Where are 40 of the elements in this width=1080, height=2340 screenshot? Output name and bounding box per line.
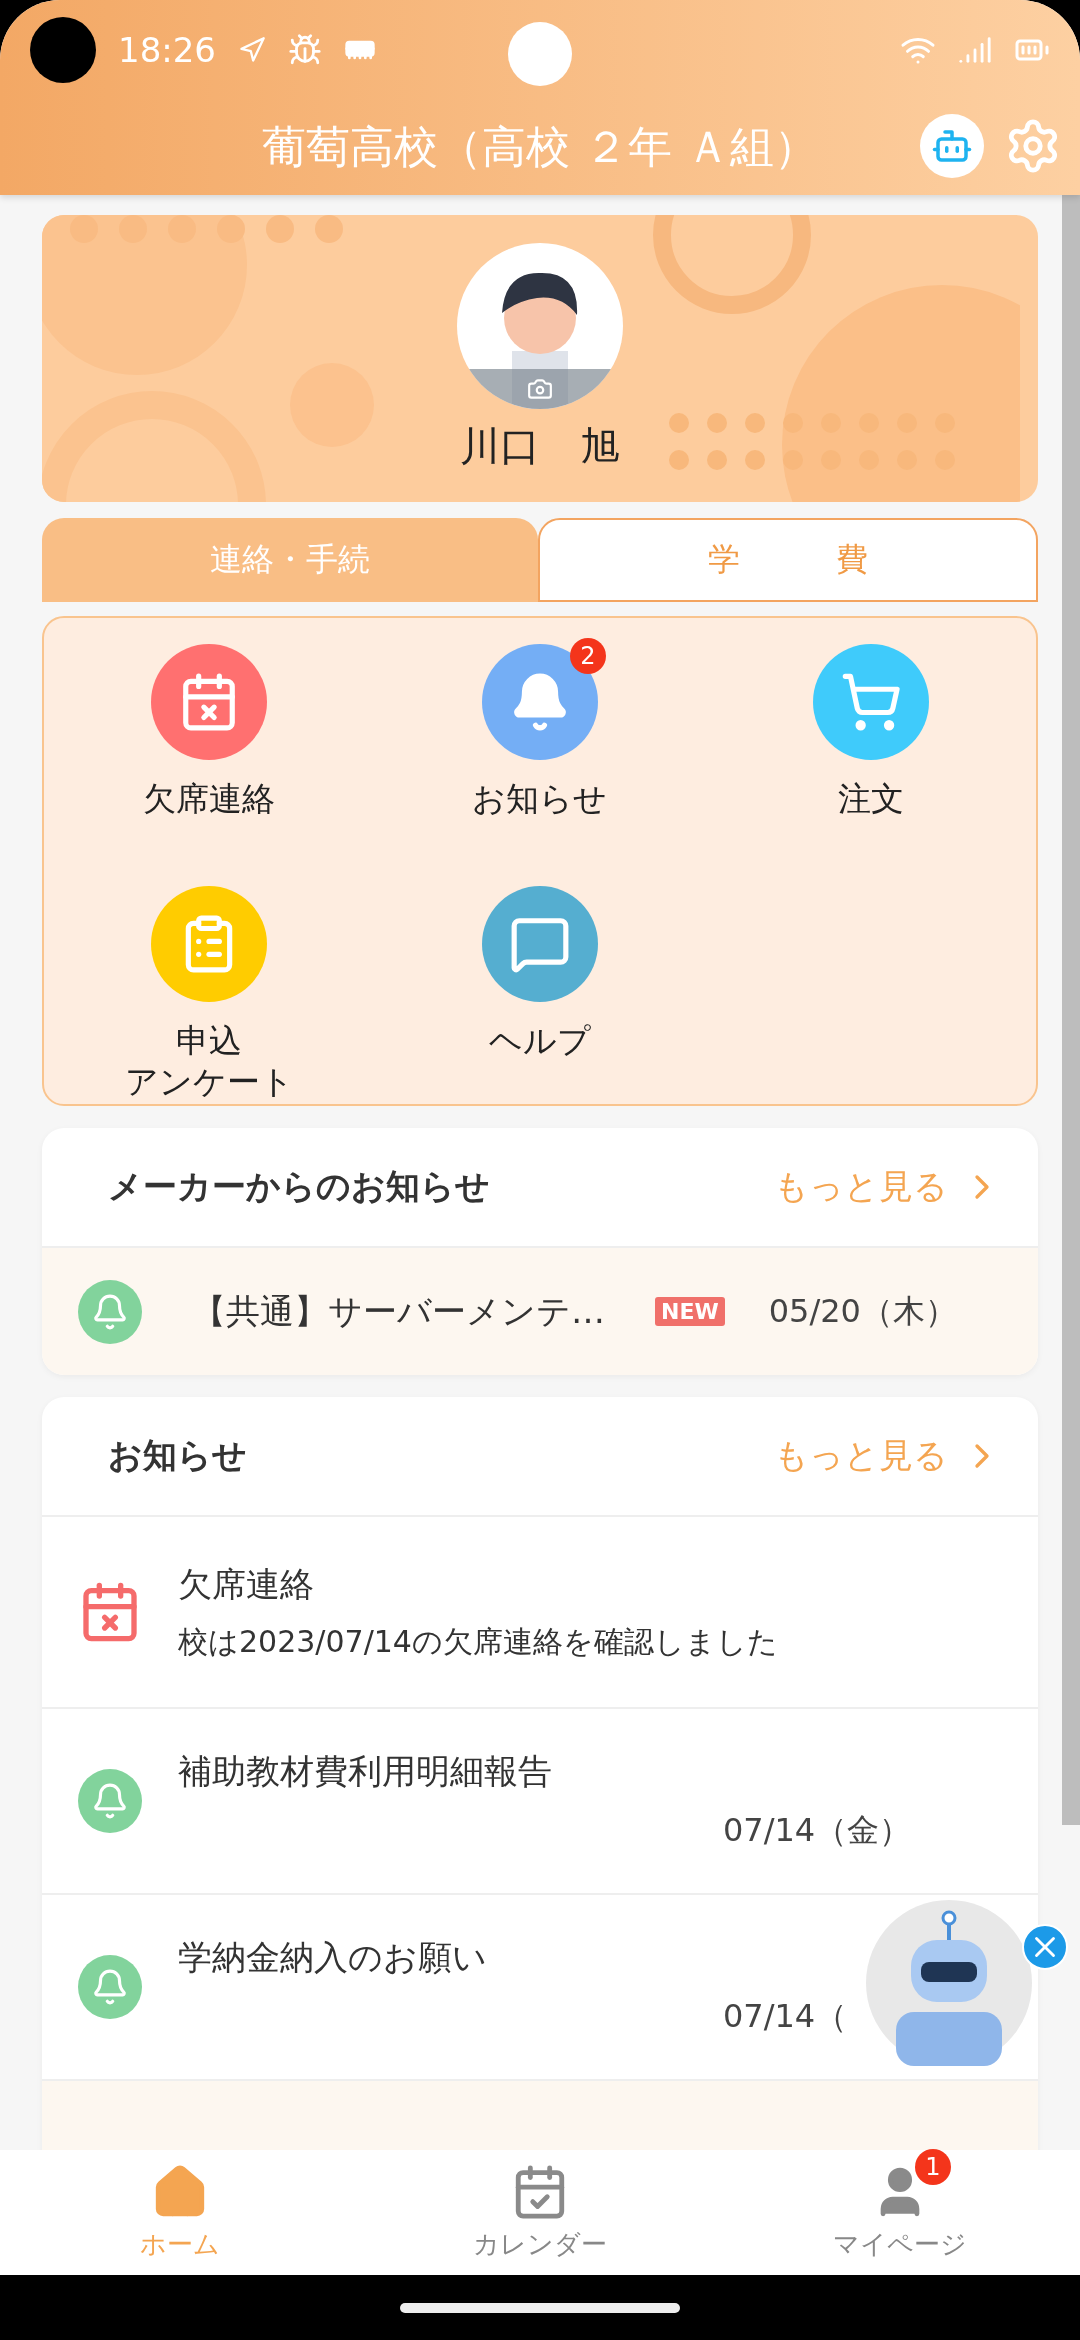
bell-icon [91, 1968, 129, 2006]
card-title: お知らせ [108, 1434, 248, 1477]
menu-tile[interactable]: 申込 アンケート [44, 886, 375, 1128]
menu-tile[interactable]: 欠席連絡 [44, 644, 375, 886]
close-button[interactable] [1022, 1924, 1068, 1970]
notice-date: 07/14（金） [723, 1810, 912, 1851]
notice-row[interactable]: 補助教材費利用明細報告 07/14（金） [42, 1709, 1038, 1895]
header-title: 葡萄高校（高校 ２年 Ａ組） [262, 120, 818, 174]
notice-title: 欠席連絡 [178, 1562, 314, 1606]
tile-label: 申込 [176, 1020, 243, 1062]
notice-row[interactable]: 欠席連絡 校は2023/07/14の欠席連絡を確認しました [42, 1517, 1038, 1709]
tile-label: アンケート [124, 1061, 294, 1103]
bell-icon [91, 1782, 129, 1820]
notice-title: 学納金納入のお願い [178, 1936, 487, 1979]
nav-tab[interactable]: 1 マイページ [720, 2150, 1080, 2275]
card-title: メーカーからのお知らせ [108, 1165, 491, 1208]
notice-date: 05/20（木） [768, 1290, 957, 1332]
nav-tab[interactable]: カレンダー [360, 2150, 720, 2275]
tile-label: 注文 [837, 778, 904, 820]
new-tag: NEW [655, 1297, 725, 1326]
count-badge: 1 [915, 2149, 951, 2185]
location-icon [238, 36, 266, 64]
camera-icon [527, 376, 553, 402]
tile-label: お知らせ [472, 778, 608, 820]
count-badge: 2 [570, 638, 606, 674]
bug-icon [288, 33, 322, 67]
notice-date: 07/14（ [723, 1996, 848, 2037]
notice-row[interactable]: 【共通】サーバーメンテ… NEW 05/20（木） [42, 1248, 1038, 1375]
status-time: 18:26 [118, 30, 216, 70]
menu-tile[interactable]: 注文 [705, 644, 1036, 886]
person-icon [502, 272, 578, 409]
robot-bubble[interactable] [866, 1900, 1032, 2066]
tile-label: ヘルプ [489, 1020, 591, 1062]
student-name: 川口 旭 [460, 422, 620, 471]
menu-tile[interactable]: ヘルプ [374, 886, 706, 1128]
notice-title: 補助教材費利用明細報告 [178, 1750, 552, 1793]
notice-title: 【共通】サーバーメンテ… [192, 1289, 605, 1333]
tile-label: 欠席連絡 [143, 778, 276, 820]
bell-icon [91, 1292, 129, 1331]
notice-body: 校は2023/07/14の欠席連絡を確認しました [178, 1622, 779, 1661]
